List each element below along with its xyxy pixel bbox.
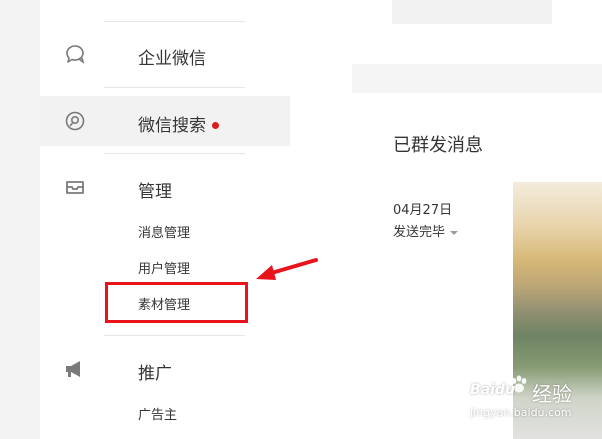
annotation-arrow-icon	[256, 258, 318, 280]
section-title: 已群发消息	[393, 135, 483, 156]
sidebar-section-management: 管理	[138, 182, 172, 202]
chat-bubble-icon	[64, 43, 86, 65]
sidebar-divider	[104, 87, 245, 88]
megaphone-icon	[64, 358, 86, 380]
sidebar-divider	[104, 21, 245, 22]
message-status-dropdown[interactable]: 发送完毕	[393, 221, 459, 240]
sidebar-item-message-management[interactable]: 消息管理	[138, 222, 190, 241]
sidebar-item-advertiser[interactable]: 广告主	[138, 404, 177, 423]
left-gutter	[0, 0, 41, 439]
watermark-cn: 经验	[532, 382, 572, 406]
sidebar-divider	[104, 153, 245, 154]
sidebar-section-promotion: 推广	[138, 364, 172, 384]
sidebar-item-user-management[interactable]: 用户管理	[138, 258, 190, 277]
baidu-watermark: Baidu 经验 jingyan.baidu.com	[470, 372, 602, 432]
inbox-tray-icon	[64, 176, 86, 198]
sidebar-divider	[104, 335, 245, 336]
notification-dot	[212, 121, 219, 129]
message-date: 04月27日	[393, 203, 453, 218]
watermark-url: jingyan.baidu.com	[470, 406, 572, 419]
watermark-brand: Baidu	[470, 382, 515, 398]
caret-down-icon	[450, 230, 459, 235]
top-card-placeholder	[392, 0, 552, 24]
top-card	[352, 0, 602, 64]
annotation-highlight-box	[105, 282, 248, 323]
sidebar-item-label: 微信搜索	[138, 111, 219, 136]
sidebar-item-label: 企业微信	[138, 49, 206, 69]
search-circle-icon	[64, 110, 86, 132]
